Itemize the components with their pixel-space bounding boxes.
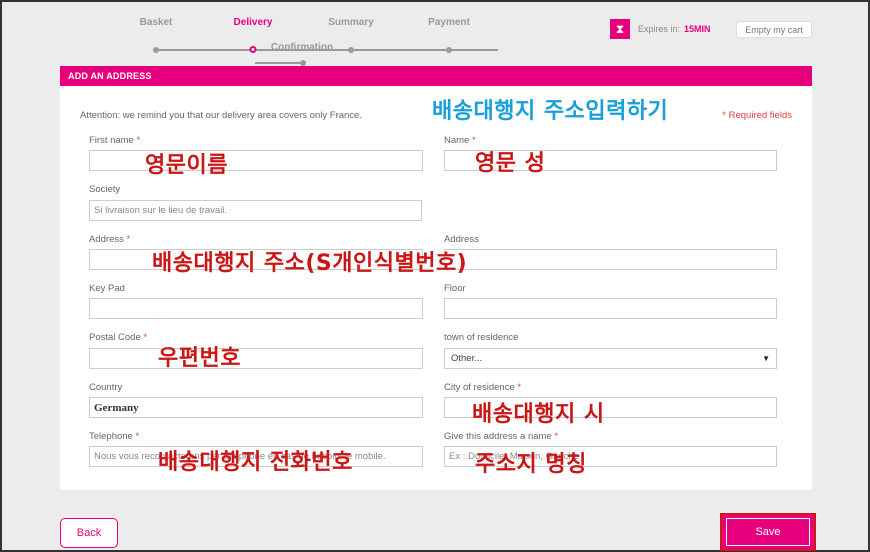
- annotation-address-name: 주소지 명칭: [475, 452, 587, 477]
- annotation-last-name: 영문 성: [475, 151, 546, 176]
- step-basket[interactable]: Basket: [140, 17, 173, 28]
- annotation-address: 배송대행지 주소(S개인식별번호): [152, 251, 468, 276]
- town-select[interactable]: Other... ▼: [444, 348, 777, 369]
- town-label: town of residence: [444, 332, 519, 343]
- address2-input[interactable]: [444, 249, 777, 270]
- save-button-highlight: Save: [720, 513, 816, 551]
- floor-label: Floor: [444, 283, 466, 294]
- city-label: City of residence *: [444, 382, 522, 393]
- annotation-postal: 우편번호: [158, 346, 241, 371]
- step-summary-dot: [348, 47, 354, 53]
- timer-value: 15MIN: [684, 24, 711, 34]
- attention-note: Attention: we remind you that our delive…: [80, 110, 362, 121]
- dropdown-arrow-icon: ▼: [762, 354, 770, 363]
- first-name-input[interactable]: [89, 150, 423, 171]
- country-label: Country: [89, 382, 123, 393]
- checkout-stepper: Basket Delivery Summary Payment Confirma…: [130, 12, 510, 72]
- hourglass-icon: ⧗: [610, 19, 630, 39]
- step-payment-dot: [446, 47, 452, 53]
- timer-label: Expires in:: [638, 24, 681, 34]
- annotation-phone: 배송대행지 전화번호: [158, 450, 353, 475]
- society-input[interactable]: [89, 200, 422, 221]
- key-pad-label: Key Pad: [89, 283, 125, 294]
- step-confirmation: Confirmation: [270, 42, 334, 53]
- step-delivery-dot: [249, 46, 257, 53]
- save-button[interactable]: Save: [726, 518, 810, 546]
- back-button[interactable]: Back: [60, 518, 118, 548]
- step-payment: Payment: [428, 17, 470, 28]
- timer: Expires in: 15MIN: [638, 24, 711, 34]
- postal-code-input[interactable]: [89, 348, 423, 369]
- address-name-label: Give this address a name *: [444, 431, 559, 442]
- sub-step-line: [255, 62, 303, 64]
- address-label: Address *: [89, 234, 131, 245]
- address2-label: Address: [444, 234, 479, 245]
- required-fields-note: * Required fields: [722, 110, 792, 121]
- first-name-label: First name *: [89, 135, 141, 146]
- step-delivery[interactable]: Delivery: [234, 17, 273, 28]
- empty-cart-button[interactable]: Empty my cart: [736, 21, 812, 38]
- telephone-label: Telephone *: [89, 431, 140, 442]
- section-title: ADD AN ADDRESS: [60, 66, 812, 86]
- society-label: Society: [89, 184, 121, 195]
- postal-code-label: Postal Code *: [89, 332, 148, 343]
- key-pad-input[interactable]: [89, 298, 423, 319]
- step-basket-dot: [153, 47, 159, 53]
- annotation-city: 배송대행지 시: [472, 402, 605, 427]
- name-label: Name *: [444, 135, 476, 146]
- country-input[interactable]: [89, 397, 423, 418]
- floor-input[interactable]: [444, 298, 777, 319]
- annotation-first-name: 영문이름: [145, 153, 228, 178]
- town-selected-value: Other...: [451, 353, 483, 364]
- annotation-title: 배송대행지 주소입력하기: [432, 99, 669, 124]
- step-summary: Summary: [328, 17, 374, 28]
